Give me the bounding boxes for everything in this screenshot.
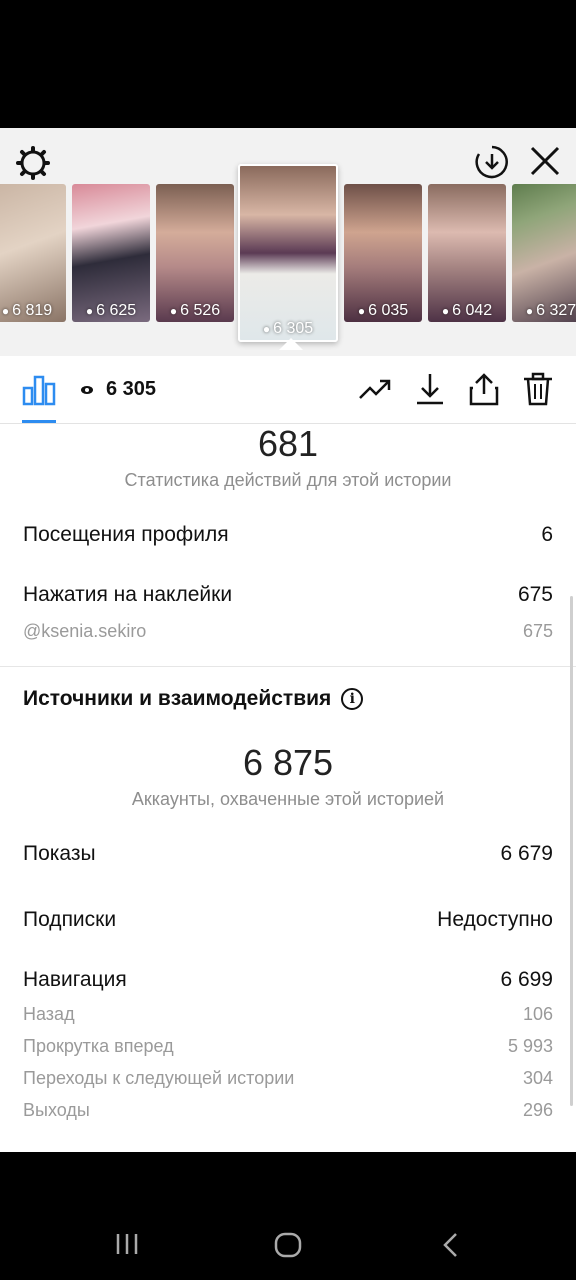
story-views: 6 526	[180, 302, 221, 319]
stat-label: Навигация	[23, 968, 127, 991]
trash-icon[interactable]	[522, 372, 554, 406]
story-thumbnail[interactable]: ● 6 327	[512, 184, 576, 322]
story-stats: 681 Статистика действий для этой истории…	[0, 424, 576, 1121]
eye-icon: ●	[85, 304, 94, 318]
eye-icon: ●	[169, 304, 178, 318]
story-thumbnail[interactable]: ● 6 526	[156, 184, 234, 322]
section-title-text: Источники и взаимодействия	[23, 687, 332, 710]
story-thumbnail[interactable]: ● 6 819	[0, 184, 66, 322]
back-row: Назад 106	[0, 1004, 576, 1025]
trending-icon[interactable]	[358, 372, 392, 406]
info-icon[interactable]: i	[341, 688, 364, 710]
exits-row: Выходы 296	[0, 1100, 576, 1121]
stat-value: 296	[522, 1100, 553, 1120]
stat-label: @ksenia.sekiro	[23, 621, 147, 641]
stat-label: Показы	[23, 842, 96, 865]
story-views: 6 035	[368, 302, 409, 319]
sticker-taps-row: Нажатия на наклейки 675	[0, 583, 576, 607]
actions-total: 681	[257, 423, 319, 464]
discovery-section-title: Источники и взаимодействия i	[0, 687, 576, 711]
story-image	[240, 166, 336, 340]
gear-icon[interactable]	[16, 146, 50, 180]
stat-label: Переходы к следующей истории	[23, 1068, 295, 1088]
close-icon[interactable]	[528, 144, 562, 178]
story-thumbnail-active[interactable]: ● 6 305	[238, 164, 338, 342]
story-views: 6 819	[12, 302, 53, 319]
story-thumbnail[interactable]: ● 6 042	[428, 184, 506, 322]
share-icon[interactable]	[468, 372, 500, 406]
next-story-row: Переходы к следующей истории 304	[0, 1068, 576, 1089]
stat-label: Нажатия на наклейки	[23, 583, 233, 606]
home-icon[interactable]	[274, 1232, 302, 1258]
download-icon[interactable]	[414, 372, 446, 406]
download-circle-icon[interactable]	[474, 144, 510, 180]
stat-label: Посещения профиля	[23, 523, 229, 546]
stat-value: 6 699	[500, 968, 553, 991]
eye-icon: ●	[441, 304, 450, 318]
stories-strip: ● 6 819 ● 6 625 ● 6 526 ● 6 305 ● 6 035 ● 6 04…	[0, 128, 576, 356]
story-views: 6 305	[273, 320, 314, 337]
stat-label: Выходы	[23, 1100, 90, 1120]
story-views: 6 625	[96, 302, 137, 319]
profile-visits-row: Посещения профиля 6	[0, 523, 576, 547]
stat-label: Назад	[23, 1004, 75, 1024]
system-navigation-bar	[0, 1152, 576, 1280]
reach-caption: Аккаунты, охваченные этой историей	[131, 789, 445, 809]
stat-value: 6 679	[500, 842, 553, 865]
active-tab-indicator	[22, 420, 56, 423]
stat-value: 675	[522, 621, 553, 641]
stat-label: Прокрутка вперед	[23, 1036, 174, 1056]
view-count-value: 6 305	[106, 378, 157, 400]
follows-row: Подписки Недоступно	[0, 908, 576, 932]
impressions-row: Показы 6 679	[0, 842, 576, 866]
eye-icon: ●	[357, 304, 366, 318]
eye-icon: ●	[525, 304, 534, 318]
eye-icon: ●	[1, 304, 10, 318]
stat-value: Недоступно	[437, 908, 553, 931]
story-thumbnail[interactable]: ● 6 035	[344, 184, 422, 322]
story-thumbnail[interactable]: ● 6 625	[72, 184, 150, 322]
navigation-row: Навигация 6 699	[0, 968, 576, 992]
forward-row: Прокрутка вперед 5 993	[0, 1036, 576, 1057]
stat-value: 106	[522, 1004, 553, 1024]
story-views: 6 327	[536, 302, 576, 319]
scrollbar[interactable]	[570, 596, 573, 1106]
eye-icon: ●	[262, 322, 271, 336]
insights-panel: 6 305 681 Статистика действий для этой и…	[0, 356, 576, 1152]
stat-value: 675	[517, 583, 553, 606]
toolbar-actions	[358, 372, 554, 406]
active-story-pointer	[279, 338, 303, 350]
section-divider	[0, 666, 576, 667]
story-thumbnails: ● 6 819 ● 6 625 ● 6 526 ● 6 305 ● 6 035 ● 6 04…	[0, 164, 576, 342]
stat-value: 5 993	[507, 1036, 553, 1056]
stat-label: Подписки	[23, 908, 117, 931]
view-count: 6 305	[80, 378, 156, 401]
stat-value: 6	[541, 523, 553, 546]
reach-total: 6 875	[242, 742, 334, 783]
status-bar-area	[0, 0, 576, 128]
story-toolbar: 6 305	[0, 356, 576, 424]
back-icon[interactable]	[440, 1232, 460, 1258]
stat-value: 304	[522, 1068, 553, 1088]
story-views: 6 042	[452, 302, 493, 319]
bar-chart-icon[interactable]	[22, 374, 56, 406]
eye-icon	[81, 385, 93, 394]
sticker-handle-row[interactable]: @ksenia.sekiro 675	[0, 621, 576, 642]
actions-caption: Статистика действий для этой истории	[124, 470, 452, 490]
recents-icon[interactable]	[114, 1232, 140, 1256]
